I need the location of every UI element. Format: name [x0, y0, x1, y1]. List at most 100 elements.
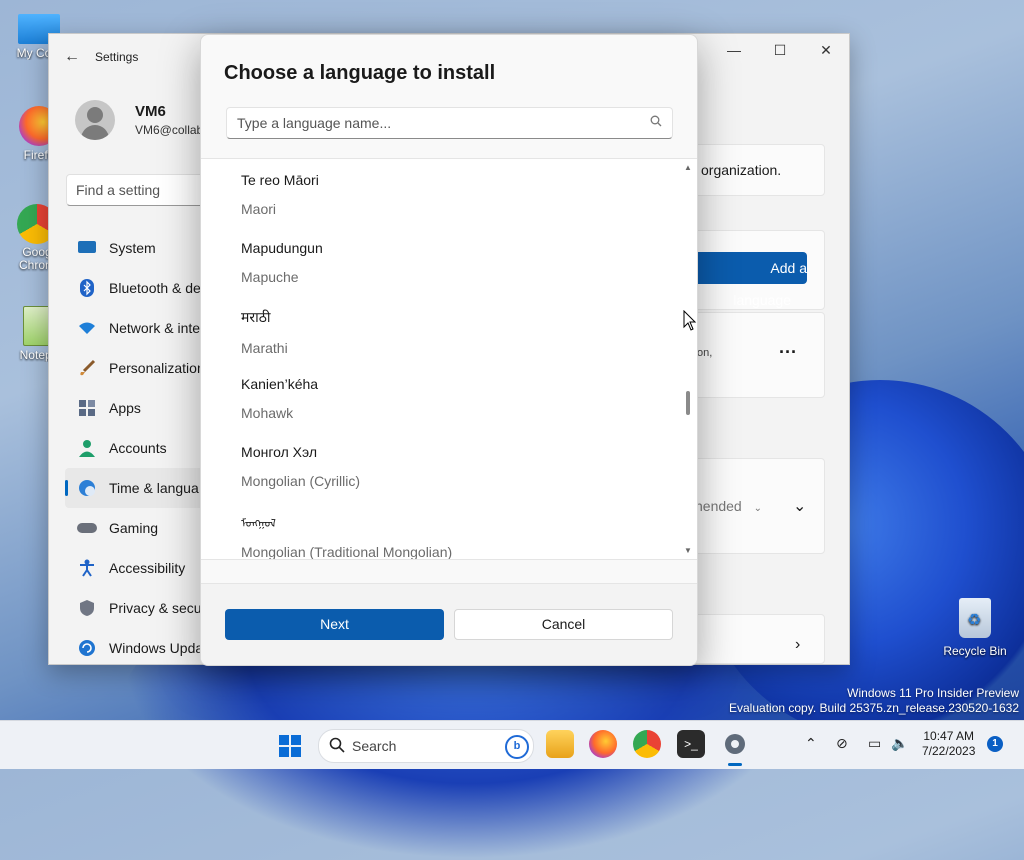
nav-item-privacy[interactable]: Privacy & secu	[65, 588, 215, 628]
avatar	[75, 100, 115, 140]
scroll-down-icon[interactable]: ▼	[683, 546, 693, 555]
language-native-name: ᠮᠣᠩᠭᠣᠯ	[241, 518, 276, 530]
nav-item-windows-update[interactable]: Windows Upda	[65, 628, 215, 668]
nav-label: Privacy & secu	[109, 600, 202, 616]
device-icon[interactable]: ▭	[868, 735, 881, 752]
nav-label: Personalization	[109, 360, 205, 376]
nav-item-time-language[interactable]: Time & langua	[65, 468, 215, 508]
nav-label: Accounts	[109, 440, 167, 456]
language-native-name: मराठी	[241, 309, 271, 325]
scrollbar-thumb[interactable]	[686, 391, 690, 415]
volume-icon[interactable]: 🔈	[891, 735, 908, 752]
network-off-icon[interactable]: ⊘	[836, 735, 848, 752]
wifi-icon	[77, 318, 97, 338]
nav-label: Gaming	[109, 520, 159, 536]
nav-item-apps[interactable]: Apps	[65, 388, 215, 428]
language-english-name: Mongolian (Traditional Mongolian)	[241, 544, 453, 560]
clock-date: 7/22/2023	[922, 744, 976, 758]
profile-name: VM6	[135, 103, 166, 120]
language-english-name: Maori	[241, 201, 277, 217]
nav-label: Network & inte	[109, 320, 201, 336]
language-item[interactable]: Kanien’kéha Mohawk	[241, 376, 318, 421]
language-item[interactable]: Монгол Хэл Mongolian (Cyrillic)	[241, 444, 360, 489]
nav-item-accounts[interactable]: Accounts	[65, 428, 215, 468]
minimize-button[interactable]: —	[711, 34, 757, 66]
region-dropdown[interactable]: nended ⌄	[695, 498, 762, 514]
window-title: Settings	[95, 50, 139, 64]
settings-nav: System Bluetooth & de Network & inte Per…	[65, 228, 215, 668]
nav-item-accessibility[interactable]: Accessibility	[65, 548, 215, 588]
desktop-icon-recycle-bin[interactable]: ♻ Recycle Bin	[940, 598, 1010, 658]
watermark-line: Windows 11 Pro Insider Preview	[847, 686, 1019, 700]
language-english-name: Marathi	[241, 340, 288, 356]
language-search-input[interactable]	[227, 108, 639, 138]
language-item[interactable]: Mapudungun Mapuche	[241, 240, 323, 285]
apps-icon	[77, 398, 97, 418]
clock-time: 10:47 AM	[923, 729, 975, 743]
system-clock[interactable]: 10:47 AM 7/22/2023	[922, 729, 975, 759]
taskbar-search[interactable]: Search b	[318, 729, 534, 763]
language-english-name: Mapuche	[241, 269, 299, 285]
nav-label: Windows Upda	[109, 640, 204, 656]
chevron-down-icon: ⌄	[753, 503, 762, 514]
add-language-button[interactable]: Add a language	[693, 252, 807, 308]
nav-item-personalization[interactable]: Personalization	[65, 348, 215, 388]
scroll-up-icon[interactable]: ▲	[683, 163, 693, 172]
expand-chevron-icon[interactable]: ⌄	[793, 496, 806, 516]
desktop-icon-label: Recycle Bin	[943, 644, 1007, 658]
chevron-right-icon: ›	[795, 636, 801, 653]
language-native-name: Монгол Хэл	[241, 444, 318, 460]
language-card-text: on,	[697, 347, 713, 359]
user-profile[interactable]: VM6 VM6@collab	[75, 100, 203, 140]
taskbar: Search b >_ ⌃ ⊘ ▭ 🔈 10:47 AM 7/22/2023 1	[0, 720, 1024, 769]
terminal-icon[interactable]: >_	[677, 730, 705, 758]
chrome-icon[interactable]	[633, 730, 661, 758]
evaluation-watermark: Windows 11 Pro Insider Preview Evaluatio…	[729, 686, 1019, 716]
profile-email: VM6@collab	[135, 123, 204, 137]
gamepad-icon	[77, 518, 97, 538]
language-item[interactable]: मराठी Marathi	[241, 308, 288, 356]
region-dropdown-text: nended	[695, 498, 742, 514]
nav-item-bluetooth[interactable]: Bluetooth & de	[65, 268, 215, 308]
file-explorer-icon[interactable]	[546, 730, 574, 758]
chevron-up-icon[interactable]: ⌃	[805, 735, 817, 752]
bing-icon[interactable]: b	[505, 735, 529, 759]
watermark-line: Evaluation copy. Build 25375.zn_release.…	[729, 701, 1019, 715]
notification-badge[interactable]: 1	[987, 736, 1003, 752]
language-list[interactable]: Te reo Māori Maori Mapudungun Mapuche मर…	[201, 158, 697, 560]
person-icon	[77, 438, 97, 458]
language-native-name: Te reo Māori	[241, 172, 319, 188]
accessibility-icon	[77, 558, 97, 578]
monitor-icon	[77, 238, 97, 258]
settings-gear-icon[interactable]	[721, 730, 749, 766]
language-item[interactable]: ᠮᠣᠩᠭᠣᠯ Mongolian (Traditional Mongolian)	[241, 512, 453, 560]
shield-icon	[77, 598, 97, 618]
next-button[interactable]: Next	[225, 609, 444, 640]
close-button[interactable]: ✕	[803, 34, 849, 66]
cancel-button[interactable]: Cancel	[454, 609, 673, 640]
org-text: organization.	[701, 162, 782, 178]
start-button[interactable]	[279, 735, 301, 757]
window-controls: — ☐ ✕	[711, 34, 849, 66]
language-native-name: Kanien’kéha	[241, 376, 319, 392]
firefox-icon[interactable]	[589, 730, 617, 758]
maximize-button[interactable]: ☐	[757, 34, 803, 66]
search-icon	[650, 115, 664, 129]
mouse-cursor-icon	[683, 310, 697, 331]
update-icon	[77, 638, 97, 658]
back-arrow-icon[interactable]: ←	[49, 48, 95, 66]
nav-item-network[interactable]: Network & inte	[65, 308, 215, 348]
choose-language-dialog: Choose a language to install Te reo Māor…	[200, 34, 698, 666]
language-native-name: Mapudungun	[241, 240, 323, 256]
nav-item-gaming[interactable]: Gaming	[65, 508, 215, 548]
more-options-icon[interactable]: ···	[779, 342, 797, 363]
nav-label: Time & langua	[109, 480, 199, 496]
list-scrollbar[interactable]: ▲ ▼	[683, 159, 693, 559]
language-search-box[interactable]	[226, 107, 673, 139]
nav-label: Apps	[109, 400, 141, 416]
language-item[interactable]: Te reo Māori Maori	[241, 172, 319, 217]
bluetooth-icon	[77, 278, 97, 298]
language-english-name: Mohawk	[241, 405, 294, 421]
add-language-label: Add a language	[733, 260, 807, 308]
nav-item-system[interactable]: System	[65, 228, 215, 268]
